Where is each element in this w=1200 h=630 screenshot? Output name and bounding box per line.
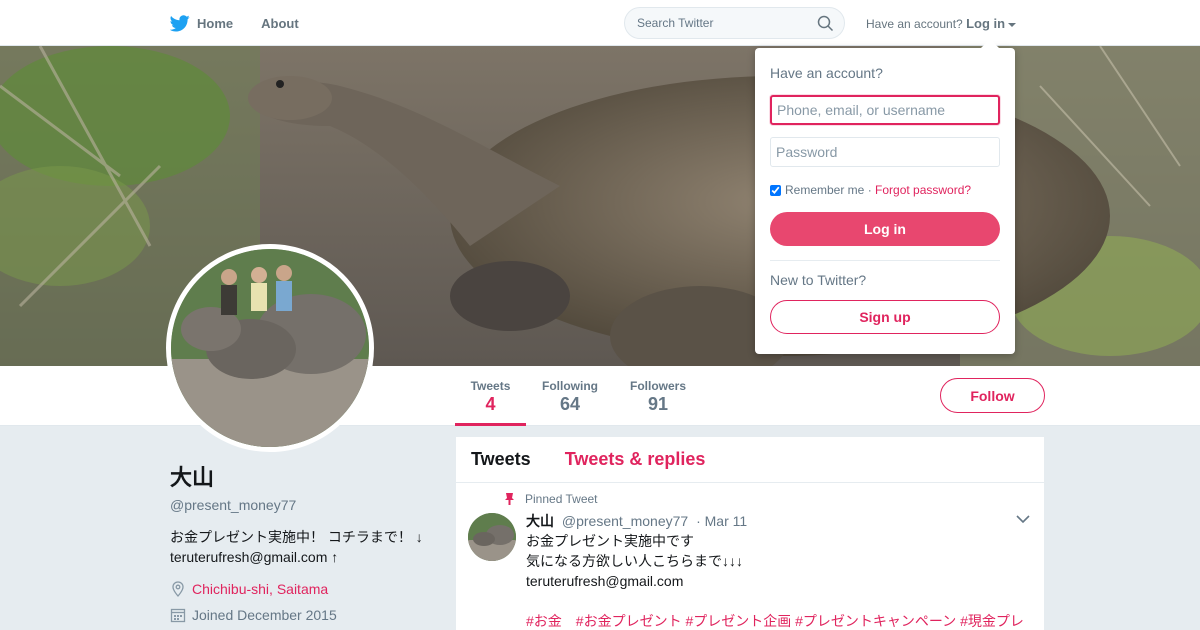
search-input[interactable]: [637, 16, 807, 30]
tweet-header: 大山 @present_money77 · Mar 11: [526, 511, 747, 531]
home-link[interactable]: Home: [170, 14, 234, 32]
profile-joined-date: Joined December 2015: [170, 607, 440, 623]
tweet-author-handle[interactable]: @present_money77: [562, 513, 688, 529]
timeline-tabs: Tweets Tweets & replies: [456, 437, 1044, 483]
calendar-icon: [170, 608, 186, 623]
follow-button[interactable]: Follow: [940, 378, 1045, 413]
tweet-text: お金プレゼント実施中です 気になる方欲しい人こちらまで↓↓↓ teruteruf…: [526, 531, 1026, 591]
tweet-hashtags[interactable]: #お金 #お金プレゼント #プレゼント企画 #プレゼントキャンペーン #現金プレ: [526, 611, 1026, 630]
search-icon[interactable]: [817, 15, 834, 32]
bio-line: お金プレゼント実施中！ コチラまで！ ↓: [170, 529, 423, 545]
profile-handle[interactable]: @present_money77: [170, 497, 440, 513]
tweet-line: teruterufresh@gmail.com: [526, 573, 684, 589]
profile-location: Chichibu-shi, Saitama: [170, 581, 440, 597]
tab-tweets[interactable]: Tweets: [471, 449, 531, 470]
tweet-author-name[interactable]: 大山: [526, 513, 554, 529]
dropdown-divider: [770, 260, 1000, 261]
pinned-tweet-label: Pinned Tweet: [504, 492, 598, 506]
profile-avatar[interactable]: [166, 244, 374, 452]
following-stat-label: Following: [542, 379, 598, 393]
twitter-bird-icon: [170, 14, 190, 31]
timeline-panel: Tweets Tweets & replies Pinned Tweet 大山 …: [456, 437, 1044, 630]
following-stat[interactable]: Following 64: [536, 366, 604, 426]
chevron-down-icon[interactable]: [1016, 514, 1030, 524]
signup-button[interactable]: Sign up: [770, 300, 1000, 334]
followers-stat-label: Followers: [629, 379, 686, 393]
forgot-password-link[interactable]: Forgot password?: [875, 183, 971, 197]
location-link[interactable]: Chichibu-shi, Saitama: [192, 581, 328, 597]
search-box: [624, 7, 845, 39]
about-label: About: [261, 15, 299, 31]
tweets-stat[interactable]: Tweets 4: [455, 366, 526, 426]
top-navigation-bar: Home About Have an account? Log in: [0, 0, 1200, 46]
password-input[interactable]: [770, 137, 1000, 167]
location-pin-icon: [172, 581, 184, 597]
following-stat-value: 64: [559, 394, 581, 414]
tweets-stat-label: Tweets: [470, 379, 511, 393]
tweet-line: 気になる方欲しい人こちらまで↓↓↓: [526, 553, 743, 569]
profile-name[interactable]: 大山: [170, 460, 440, 492]
login-button[interactable]: Log in: [770, 212, 1000, 246]
joined-text: Joined December 2015: [192, 607, 337, 623]
pin-icon: [505, 493, 514, 505]
avatar-photo: [171, 249, 369, 447]
login-dropdown-title: Have an account?: [770, 65, 883, 81]
username-input[interactable]: [770, 95, 1000, 125]
nav-left: Home About: [170, 0, 327, 46]
home-label: Home: [197, 15, 234, 31]
login-menu-toggle[interactable]: Log in: [966, 16, 1005, 31]
pinned-text: Pinned Tweet: [525, 492, 598, 506]
login-dropdown: Have an account? Remember me · Forgot pa…: [755, 39, 1015, 354]
profile-bio: お金プレゼント実施中！ コチラまで！ ↓ teruterufresh@gmail…: [170, 527, 440, 567]
followers-stat-value: 91: [647, 394, 669, 414]
tweets-stat-value: 4: [485, 394, 496, 414]
profile-info-card: 大山 @present_money77 お金プレゼント実施中！ コチラまで！ ↓…: [170, 460, 440, 623]
tweet-avatar-photo: [468, 513, 516, 561]
bio-line: teruterufresh@gmail.com ↑: [170, 549, 339, 565]
about-link[interactable]: About: [261, 16, 299, 31]
tweet-line: お金プレゼント実施中です: [526, 533, 694, 549]
account-prompt: Have an account?: [866, 17, 963, 31]
caret-down-icon[interactable]: [1008, 22, 1017, 27]
new-to-twitter-text: New to Twitter?: [770, 272, 867, 288]
remember-me-label: Remember me ·: [785, 183, 872, 197]
remember-me-checkbox[interactable]: [770, 184, 781, 196]
followers-stat[interactable]: Followers 91: [624, 366, 692, 426]
account-menu: Have an account? Log in: [866, 16, 1017, 31]
tweet-author-avatar[interactable]: [468, 513, 516, 561]
remember-me-row: Remember me · Forgot password?: [770, 183, 971, 197]
tweet-date[interactable]: · Mar 11: [696, 513, 747, 529]
tab-tweets-and-replies[interactable]: Tweets & replies: [565, 449, 706, 470]
